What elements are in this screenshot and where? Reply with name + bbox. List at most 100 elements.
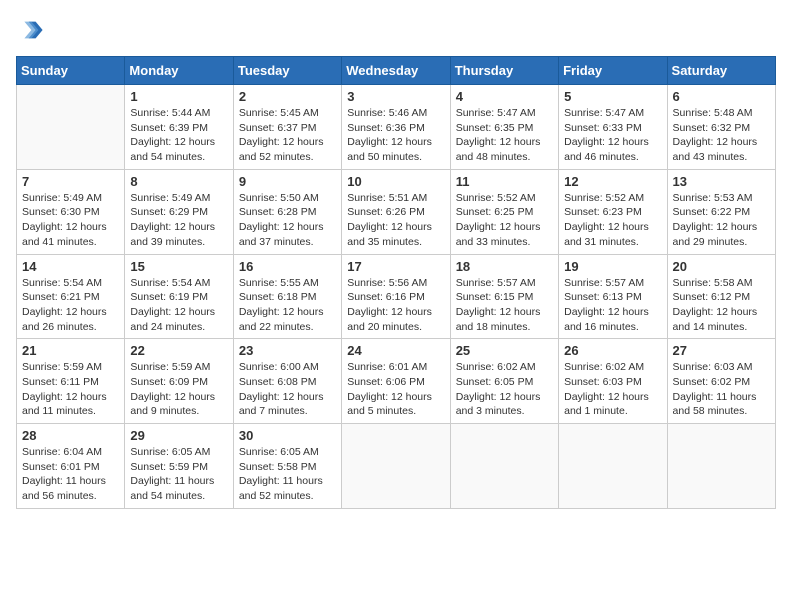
day-number: 22	[130, 343, 227, 358]
calendar-week-row: 21 Sunrise: 5:59 AM Sunset: 6:11 PM Dayli…	[17, 339, 776, 424]
calendar-cell: 2 Sunrise: 5:45 AM Sunset: 6:37 PM Daylig…	[233, 85, 341, 170]
day-number: 24	[347, 343, 444, 358]
calendar-cell: 16 Sunrise: 5:55 AM Sunset: 6:18 PM Dayli…	[233, 254, 341, 339]
day-info: Sunrise: 5:47 AM Sunset: 6:33 PM Dayligh…	[564, 106, 661, 165]
calendar-cell: 10 Sunrise: 5:51 AM Sunset: 6:26 PM Dayli…	[342, 169, 450, 254]
day-number: 28	[22, 428, 119, 443]
day-info: Sunrise: 5:47 AM Sunset: 6:35 PM Dayligh…	[456, 106, 553, 165]
day-number: 9	[239, 174, 336, 189]
day-of-week-header: Friday	[559, 57, 667, 85]
day-number: 23	[239, 343, 336, 358]
day-of-week-header: Monday	[125, 57, 233, 85]
calendar-cell: 4Sunrise: 5:47 AM Sunset: 6:35 PM Daylig…	[450, 85, 558, 170]
calendar-cell: 20Sunrise: 5:58 AM Sunset: 6:12 PM Dayli…	[667, 254, 775, 339]
day-of-week-header: Saturday	[667, 57, 775, 85]
calendar-cell: 6Sunrise: 5:48 AM Sunset: 6:32 PM Daylig…	[667, 85, 775, 170]
calendar-cell: 13 Sunrise: 5:53 AM Sunset: 6:22 PM Dayli…	[667, 169, 775, 254]
calendar-cell: 9 Sunrise: 5:50 AM Sunset: 6:28 PM Daylig…	[233, 169, 341, 254]
calendar-cell	[559, 424, 667, 509]
day-info: Sunrise: 5:45 AM Sunset: 6:37 PM Dayligh…	[239, 106, 336, 165]
day-number: 12	[564, 174, 661, 189]
calendar-cell: 5 Sunrise: 5:47 AM Sunset: 6:33 PM Daylig…	[559, 85, 667, 170]
day-of-week-header: Thursday	[450, 57, 558, 85]
day-info: Sunrise: 5:54 AM Sunset: 6:21 PM Dayligh…	[22, 276, 119, 335]
day-number: 16	[239, 259, 336, 274]
calendar-cell: 1 Sunrise: 5:44 AM Sunset: 6:39 PM Daylig…	[125, 85, 233, 170]
calendar-week-row: 28 Sunrise: 6:04 AM Sunset: 6:01 PM Dayli…	[17, 424, 776, 509]
calendar-cell: 14Sunrise: 5:54 AM Sunset: 6:21 PM Dayli…	[17, 254, 125, 339]
calendar-cell: 28 Sunrise: 6:04 AM Sunset: 6:01 PM Dayli…	[17, 424, 125, 509]
day-number: 11	[456, 174, 553, 189]
day-info: Sunrise: 6:00 AM Sunset: 6:08 PM Dayligh…	[239, 360, 336, 419]
calendar-cell: 15 Sunrise: 5:54 AM Sunset: 6:19 PM Dayli…	[125, 254, 233, 339]
day-number: 17	[347, 259, 444, 274]
logo-icon	[16, 16, 44, 44]
calendar: SundayMondayTuesdayWednesdayThursdayFrid…	[16, 56, 776, 509]
day-number: 10	[347, 174, 444, 189]
day-number: 1	[130, 89, 227, 104]
day-info: Sunrise: 5:49 AM Sunset: 6:30 PM Dayligh…	[22, 191, 119, 250]
day-info: Sunrise: 5:54 AM Sunset: 6:19 PM Dayligh…	[130, 276, 227, 335]
calendar-cell: 3 Sunrise: 5:46 AM Sunset: 6:36 PM Daylig…	[342, 85, 450, 170]
day-number: 26	[564, 343, 661, 358]
calendar-cell: 27 Sunrise: 6:03 AM Sunset: 6:02 PM Dayli…	[667, 339, 775, 424]
day-of-week-header: Wednesday	[342, 57, 450, 85]
day-number: 3	[347, 89, 444, 104]
day-number: 13	[673, 174, 770, 189]
day-number: 30	[239, 428, 336, 443]
calendar-cell: 24 Sunrise: 6:01 AM Sunset: 6:06 PM Dayli…	[342, 339, 450, 424]
day-number: 29	[130, 428, 227, 443]
day-info: Sunrise: 5:58 AM Sunset: 6:12 PM Dayligh…	[673, 276, 770, 335]
calendar-cell: 19 Sunrise: 5:57 AM Sunset: 6:13 PM Dayli…	[559, 254, 667, 339]
calendar-header-row: SundayMondayTuesdayWednesdayThursdayFrid…	[17, 57, 776, 85]
day-info: Sunrise: 6:05 AM Sunset: 5:59 PM Dayligh…	[130, 445, 227, 504]
day-number: 27	[673, 343, 770, 358]
day-number: 25	[456, 343, 553, 358]
day-info: Sunrise: 5:52 AM Sunset: 6:25 PM Dayligh…	[456, 191, 553, 250]
day-info: Sunrise: 6:04 AM Sunset: 6:01 PM Dayligh…	[22, 445, 119, 504]
calendar-cell: 23 Sunrise: 6:00 AM Sunset: 6:08 PM Dayli…	[233, 339, 341, 424]
logo	[16, 16, 48, 44]
day-info: Sunrise: 5:57 AM Sunset: 6:15 PM Dayligh…	[456, 276, 553, 335]
day-info: Sunrise: 6:01 AM Sunset: 6:06 PM Dayligh…	[347, 360, 444, 419]
day-info: Sunrise: 5:46 AM Sunset: 6:36 PM Dayligh…	[347, 106, 444, 165]
day-info: Sunrise: 6:03 AM Sunset: 6:02 PM Dayligh…	[673, 360, 770, 419]
calendar-cell: 18 Sunrise: 5:57 AM Sunset: 6:15 PM Dayli…	[450, 254, 558, 339]
day-number: 19	[564, 259, 661, 274]
day-number: 8	[130, 174, 227, 189]
day-info: Sunrise: 6:02 AM Sunset: 6:03 PM Dayligh…	[564, 360, 661, 419]
calendar-week-row: 14Sunrise: 5:54 AM Sunset: 6:21 PM Dayli…	[17, 254, 776, 339]
day-info: Sunrise: 5:44 AM Sunset: 6:39 PM Dayligh…	[130, 106, 227, 165]
calendar-week-row: 7Sunrise: 5:49 AM Sunset: 6:30 PM Daylig…	[17, 169, 776, 254]
calendar-cell: 29 Sunrise: 6:05 AM Sunset: 5:59 PM Dayli…	[125, 424, 233, 509]
day-info: Sunrise: 5:49 AM Sunset: 6:29 PM Dayligh…	[130, 191, 227, 250]
day-info: Sunrise: 6:05 AM Sunset: 5:58 PM Dayligh…	[239, 445, 336, 504]
calendar-cell: 21 Sunrise: 5:59 AM Sunset: 6:11 PM Dayli…	[17, 339, 125, 424]
calendar-cell: 22Sunrise: 5:59 AM Sunset: 6:09 PM Dayli…	[125, 339, 233, 424]
day-info: Sunrise: 5:55 AM Sunset: 6:18 PM Dayligh…	[239, 276, 336, 335]
day-info: Sunrise: 5:50 AM Sunset: 6:28 PM Dayligh…	[239, 191, 336, 250]
day-number: 2	[239, 89, 336, 104]
calendar-cell: 30 Sunrise: 6:05 AM Sunset: 5:58 PM Dayli…	[233, 424, 341, 509]
day-number: 5	[564, 89, 661, 104]
calendar-cell: 25Sunrise: 6:02 AM Sunset: 6:05 PM Dayli…	[450, 339, 558, 424]
day-info: Sunrise: 5:48 AM Sunset: 6:32 PM Dayligh…	[673, 106, 770, 165]
day-info: Sunrise: 5:53 AM Sunset: 6:22 PM Dayligh…	[673, 191, 770, 250]
day-info: Sunrise: 5:56 AM Sunset: 6:16 PM Dayligh…	[347, 276, 444, 335]
calendar-cell: 11 Sunrise: 5:52 AM Sunset: 6:25 PM Dayli…	[450, 169, 558, 254]
day-number: 21	[22, 343, 119, 358]
calendar-week-row: 1 Sunrise: 5:44 AM Sunset: 6:39 PM Daylig…	[17, 85, 776, 170]
calendar-cell: 7Sunrise: 5:49 AM Sunset: 6:30 PM Daylig…	[17, 169, 125, 254]
calendar-cell: 17 Sunrise: 5:56 AM Sunset: 6:16 PM Dayli…	[342, 254, 450, 339]
calendar-cell: 12Sunrise: 5:52 AM Sunset: 6:23 PM Dayli…	[559, 169, 667, 254]
day-info: Sunrise: 5:59 AM Sunset: 6:11 PM Dayligh…	[22, 360, 119, 419]
day-info: Sunrise: 5:51 AM Sunset: 6:26 PM Dayligh…	[347, 191, 444, 250]
calendar-cell	[450, 424, 558, 509]
day-number: 18	[456, 259, 553, 274]
day-of-week-header: Sunday	[17, 57, 125, 85]
day-number: 15	[130, 259, 227, 274]
calendar-cell	[17, 85, 125, 170]
calendar-cell: 26 Sunrise: 6:02 AM Sunset: 6:03 PM Dayli…	[559, 339, 667, 424]
calendar-cell	[342, 424, 450, 509]
day-info: Sunrise: 5:57 AM Sunset: 6:13 PM Dayligh…	[564, 276, 661, 335]
